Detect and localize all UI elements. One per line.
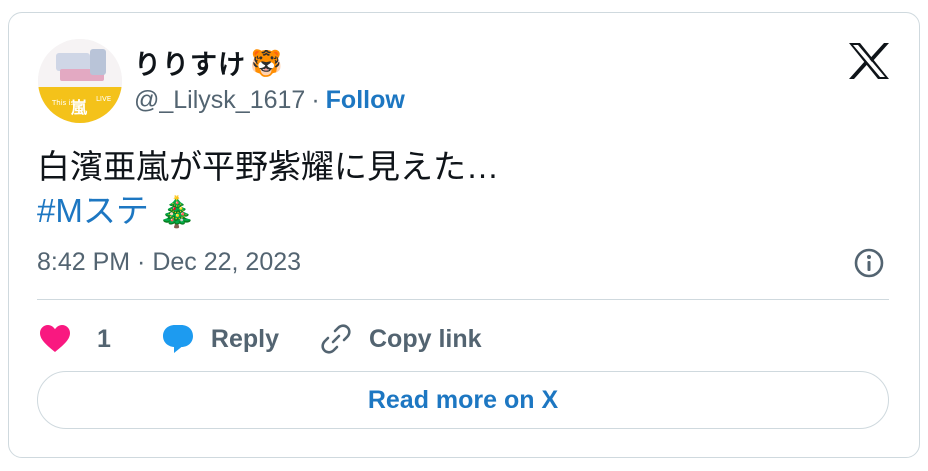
handle-row: @_Lilysk_1617 · Follow [134, 86, 405, 115]
svg-text:嵐: 嵐 [71, 98, 88, 117]
display-name-text[interactable]: りりすけ [134, 43, 246, 82]
author-display-name[interactable]: りりすけ 🐯 [134, 43, 283, 82]
tweet-text-line: 白濱亜嵐が平野紫耀に見えた… [37, 148, 499, 185]
reply-bubble-icon [162, 325, 193, 353]
author-handle[interactable]: @_Lilysk_1617 [134, 86, 305, 115]
read-more-button[interactable]: Read more on X [37, 371, 889, 429]
svg-text:LIVE: LIVE [96, 95, 111, 103]
hashtag-link[interactable]: #Mステ [37, 192, 149, 229]
reply-label: Reply [210, 324, 279, 353]
tiger-emoji-icon: 🐯 [250, 47, 284, 78]
like-button[interactable]: 1 [39, 324, 111, 354]
copy-link-label: Copy link [369, 324, 482, 353]
christmas-tree-emoji-icon: 🎄 [158, 196, 196, 229]
link-icon [321, 324, 351, 354]
follow-button[interactable]: Follow [326, 86, 405, 115]
info-icon[interactable] [853, 247, 885, 279]
tweet-card: This is 嵐 LIVE りりすけ 🐯 @_Lilysk_1617 · Fo… [8, 12, 920, 458]
x-logo-icon[interactable] [847, 41, 891, 81]
like-count: 1 [97, 324, 111, 353]
reply-button[interactable]: Reply [161, 323, 279, 355]
separator-dot: · [311, 86, 320, 114]
hashtag-line: #Mステ 🎄 [37, 189, 499, 235]
copy-link-button[interactable]: Copy link [319, 322, 482, 356]
action-bar: 1 Reply Copy link [39, 319, 482, 359]
heart-icon [40, 325, 70, 352]
tweet-text: 白濱亜嵐が平野紫耀に見えた… #Mステ 🎄 [37, 145, 499, 235]
avatar[interactable]: This is 嵐 LIVE [38, 39, 122, 123]
tweet-timestamp[interactable]: 8:42 PM · Dec 22, 2023 [37, 248, 301, 277]
divider [37, 299, 889, 300]
read-more-label: Read more on X [367, 385, 559, 414]
